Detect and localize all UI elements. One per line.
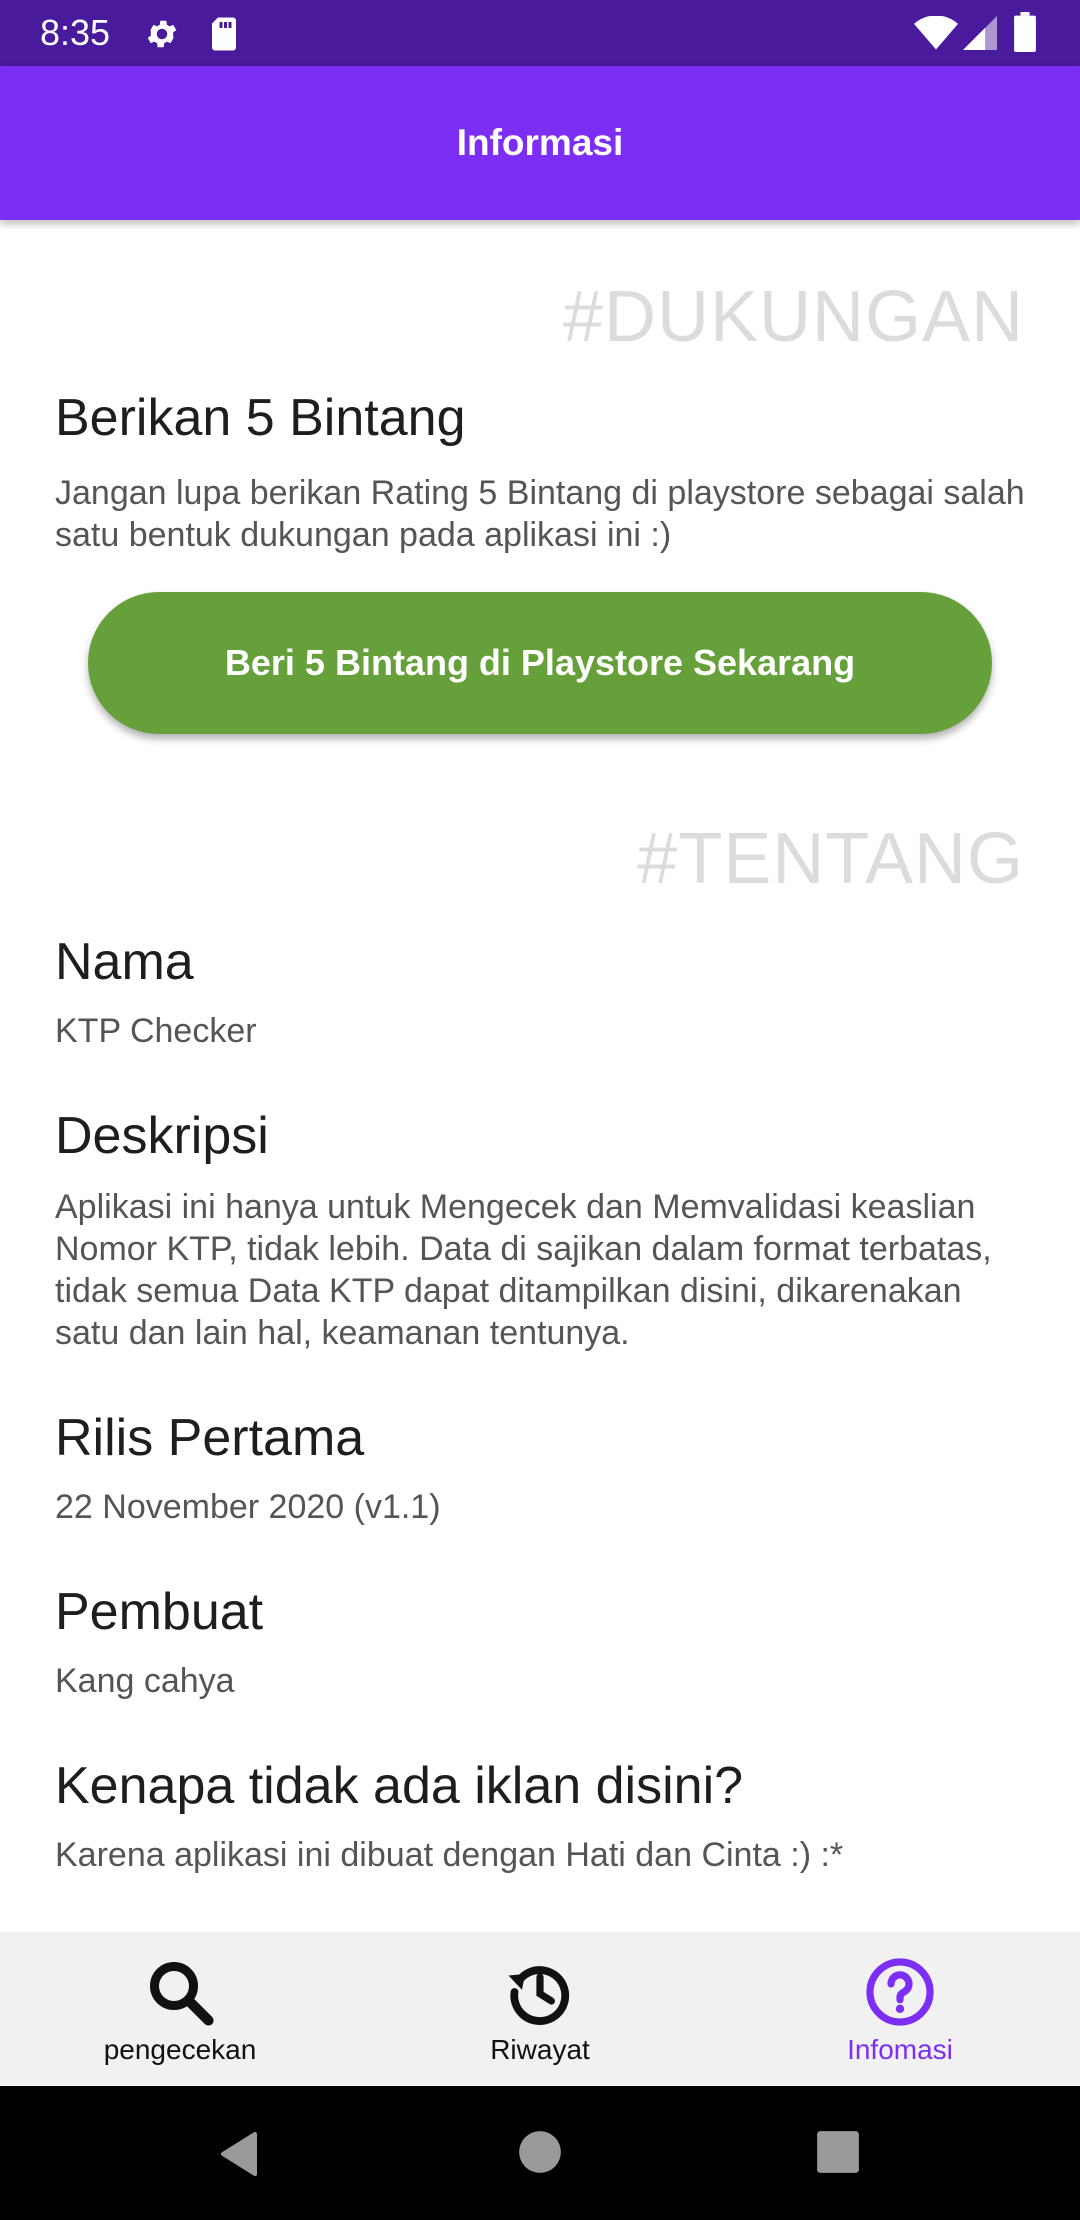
rating-title: Berikan 5 Bintang (55, 389, 466, 447)
nav-item-riwayat[interactable]: Riwayat (360, 1932, 720, 2086)
nav-item-infomasi[interactable]: Infomasi (720, 1932, 1080, 2086)
recents-icon[interactable] (816, 2130, 860, 2179)
search-icon (144, 1956, 216, 2028)
back-icon[interactable] (218, 2130, 260, 2183)
wifi-icon (914, 15, 958, 55)
page-title: Informasi (456, 122, 624, 163)
sd-card-icon (208, 16, 240, 57)
about-no-ads-value: Karena aplikasi ini dibuat dengan Hati d… (55, 1836, 844, 1874)
about-author-title: Pembuat (55, 1583, 264, 1641)
about-name-value: KTP Checker (55, 1012, 257, 1050)
help-circle-icon (864, 1956, 936, 2028)
about-release-value: 22 November 2020 (v1.1) (55, 1488, 441, 1526)
section-tag-dukungan: #DUKUNGAN (562, 277, 1024, 357)
nav-label-riwayat: Riwayat (490, 2034, 590, 2065)
info-content[interactable]: #DUKUNGAN Berikan 5 Bintang Jangan lupa … (0, 220, 1080, 1932)
rating-description: Jangan lupa berikan Rating 5 Bintang di … (55, 474, 1025, 554)
history-icon (504, 1956, 576, 2028)
home-icon[interactable] (518, 2130, 562, 2179)
rate-playstore-button[interactable]: Beri 5 Bintang di Playstore Sekarang (88, 592, 992, 734)
status-bar: 8:35 (0, 0, 1080, 66)
about-description-title: Deskripsi (55, 1107, 269, 1165)
about-release-title: Rilis Pertama (55, 1409, 365, 1467)
battery-icon (1014, 12, 1036, 57)
about-name-title: Nama (55, 933, 194, 991)
nav-label-infomasi: Infomasi (847, 2034, 953, 2065)
bottom-navigation: pengecekan Riwayat Infomasi (0, 1932, 1080, 2086)
nav-item-pengecekan[interactable]: pengecekan (0, 1932, 360, 2086)
system-navigation-bar (0, 2086, 1080, 2220)
status-time: 8:35 (40, 12, 111, 53)
gear-icon (144, 16, 180, 57)
signal-icon (962, 16, 998, 55)
about-description-value: Aplikasi ini hanya untuk Mengecek dan Me… (55, 1188, 992, 1352)
section-tag-tentang: #TENTANG (637, 819, 1024, 899)
about-no-ads-title: Kenapa tidak ada iklan disini? (55, 1757, 744, 1815)
about-author-value: Kang cahya (55, 1662, 235, 1700)
nav-label-pengecekan: pengecekan (103, 2034, 257, 2065)
app-bar: Informasi (0, 66, 1080, 220)
